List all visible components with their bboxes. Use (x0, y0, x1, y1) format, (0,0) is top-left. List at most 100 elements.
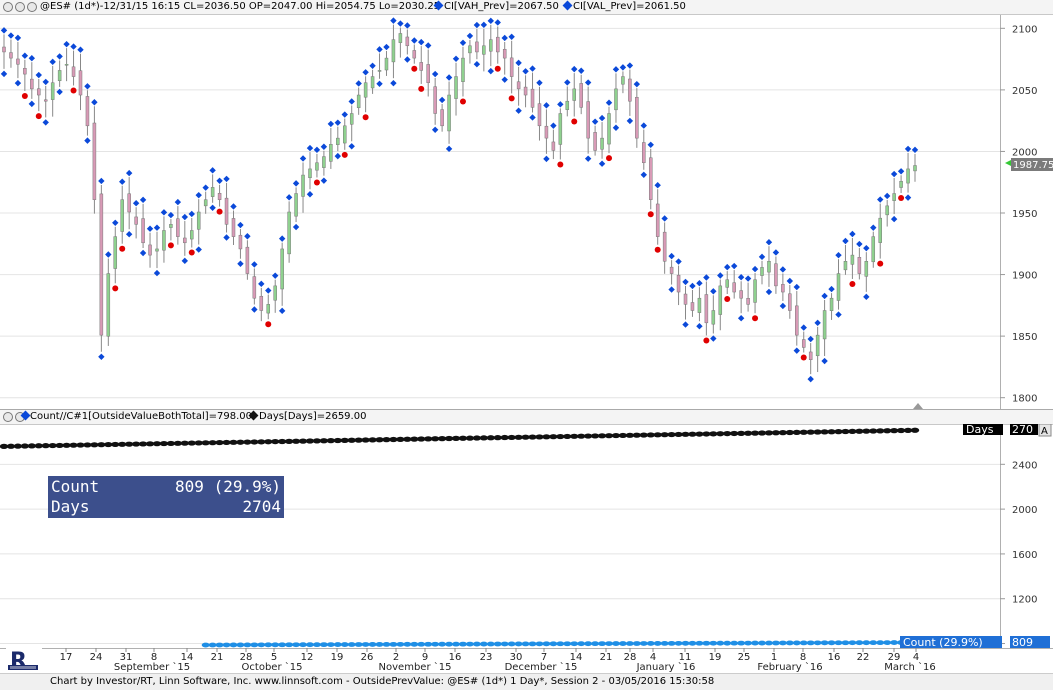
value-marker (640, 122, 647, 129)
count-point (201, 642, 210, 648)
value-marker (529, 65, 536, 72)
candle-body (885, 205, 889, 216)
candle-body (363, 82, 368, 98)
pane-button-icon[interactable] (3, 2, 13, 12)
value-marker (696, 323, 703, 330)
candle-body (252, 276, 257, 299)
candle-body (412, 50, 417, 59)
outside-value-marker (557, 161, 564, 168)
value-marker (251, 306, 258, 313)
value-marker (438, 96, 446, 104)
candle-body (642, 142, 646, 163)
value-marker (313, 146, 321, 154)
value-marker (842, 237, 849, 245)
value-marker (765, 239, 773, 246)
candle-body (287, 211, 291, 255)
days-series-label[interactable]: Days[Days]=2659.00 (259, 411, 366, 423)
value-marker (320, 177, 328, 184)
value-marker (216, 177, 223, 184)
candle-body (530, 88, 535, 108)
pane-button-icon[interactable] (3, 412, 13, 422)
outside-value-marker (898, 195, 905, 202)
outside-value-marker (112, 285, 119, 292)
candle-body (760, 267, 764, 276)
vah-label[interactable]: CI[VAH_Prev]=2067.50 (444, 1, 559, 13)
value-marker (508, 33, 515, 40)
candle-body (704, 294, 709, 324)
count-series-label[interactable]: Count//C#1[OutsideValueBothTotal]=798.00 (30, 411, 252, 423)
count-point (521, 641, 530, 647)
price-tick-label: 2050 (1012, 86, 1037, 97)
outside-value-marker (654, 246, 661, 253)
candle-body (440, 109, 444, 127)
value-marker (230, 203, 237, 210)
indicator-tick-label: 2000 (1012, 505, 1037, 516)
value-marker (49, 58, 56, 66)
candle-body (183, 237, 187, 244)
value-marker (369, 62, 376, 69)
value-marker (529, 114, 536, 121)
value-marker (487, 17, 494, 25)
candle-body (516, 81, 521, 90)
count-point (535, 641, 544, 647)
stats-days-value: 2704 (242, 497, 281, 516)
count-point (625, 641, 634, 646)
count-point (792, 640, 801, 646)
pane-button-icon[interactable] (15, 2, 25, 12)
count-point (278, 642, 287, 648)
value-marker (98, 177, 105, 185)
count-point (500, 641, 509, 647)
count-point (632, 641, 641, 646)
outside-value-marker (849, 280, 856, 287)
indicator-chart[interactable]: 2400200016001200800 Days 270 A Count (29… (0, 424, 1053, 648)
count-point (445, 641, 454, 647)
value-marker (63, 40, 70, 48)
value-marker (765, 288, 773, 296)
value-marker (877, 196, 884, 203)
month-label: December `15 (505, 661, 578, 673)
count-point (347, 642, 356, 647)
candle-body (113, 236, 118, 269)
date-tick-label: 21 (211, 652, 224, 663)
count-point (827, 640, 836, 646)
value-marker (911, 146, 919, 154)
value-marker (779, 266, 787, 273)
outside-value-marker (362, 114, 369, 121)
value-marker (682, 321, 689, 328)
count-point (326, 642, 335, 647)
candle-body (850, 254, 855, 265)
candle-body (315, 162, 319, 171)
outside-value-marker (494, 65, 501, 72)
candle-body (245, 246, 250, 274)
value-marker (724, 263, 731, 271)
count-point (674, 640, 683, 646)
pane-button-icon[interactable] (27, 2, 37, 12)
value-marker (390, 79, 397, 87)
value-marker (84, 83, 91, 90)
count-point (271, 642, 280, 648)
count-point (869, 640, 878, 646)
value-marker (647, 141, 654, 149)
value-marker (146, 225, 154, 232)
value-marker (125, 231, 133, 238)
value-marker (278, 235, 286, 242)
candle-body (454, 76, 458, 99)
value-marker (404, 22, 411, 29)
candle-body (9, 52, 13, 59)
value-marker (376, 46, 383, 53)
candle-body (662, 231, 667, 262)
outside-value-marker (877, 260, 884, 267)
candle-body (329, 144, 333, 162)
count-value-tag: 809 (1012, 636, 1033, 648)
candle-body (579, 83, 583, 108)
value-marker (355, 80, 362, 87)
price-chart[interactable]: 2100 2050 2000 1950 1900 1850 1800 1987.75 (0, 15, 1053, 409)
date-tick-label: 16 (828, 652, 841, 663)
last-price-value: 1987.75 (1013, 160, 1053, 171)
count-point (605, 641, 614, 647)
val-label[interactable]: CI[VAL_Prev]=2061.50 (573, 1, 686, 13)
candle-body (217, 192, 222, 200)
outside-value-marker (265, 321, 272, 328)
candle-body (64, 64, 69, 66)
candle-body (607, 113, 611, 145)
